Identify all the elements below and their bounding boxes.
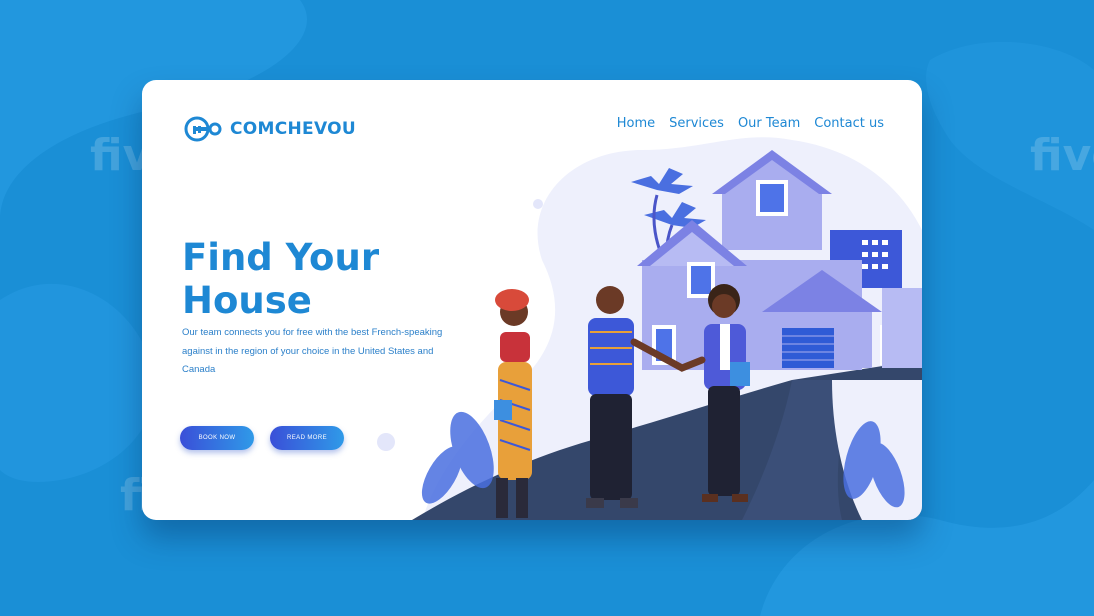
- brand-name: COMCHEVOU: [230, 119, 356, 139]
- watermark: fiverr.: [1030, 130, 1094, 181]
- nav-services-link[interactable]: Services: [669, 116, 724, 131]
- hero-text-line: against in the region of your choice in …: [182, 345, 434, 357]
- nav-our-team-link[interactable]: Our Team: [738, 116, 800, 131]
- landing-card: COMCHEVOU Home Services Our Team Contact…: [142, 80, 922, 520]
- read-more-button[interactable]: READ MORE: [270, 426, 344, 450]
- hero-text-line: Canada: [182, 364, 216, 375]
- hero-title-line: Find Your: [182, 236, 380, 279]
- nav-contact-link[interactable]: Contact us: [814, 116, 884, 131]
- nav-home-link[interactable]: Home: [617, 116, 655, 131]
- main-nav: Home Services Our Team Contact us: [617, 116, 884, 131]
- hero-title-line: House: [182, 279, 312, 322]
- key-icon: [184, 116, 222, 142]
- hero-text-line: Our team connects you for free with the …: [182, 327, 443, 338]
- book-now-button[interactable]: BOOK NOW: [180, 426, 254, 450]
- hero-description: Our team connects you for free with the …: [182, 324, 472, 380]
- brand-logo[interactable]: COMCHEVOU: [184, 116, 356, 142]
- hero-title: Find Your House: [182, 236, 422, 322]
